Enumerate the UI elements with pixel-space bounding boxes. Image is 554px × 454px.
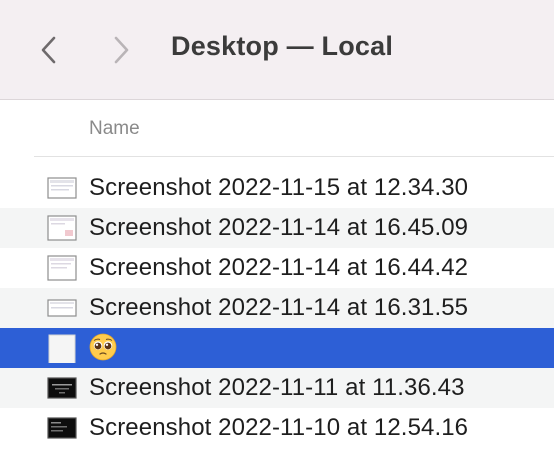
file-name [89, 333, 117, 368]
file-row-selected[interactable] [0, 328, 554, 368]
screenshot-thumbnail-icon [47, 255, 77, 281]
file-row[interactable]: Screenshot 2022-11-14 at 16.44.42 [0, 248, 554, 288]
header-divider [34, 156, 554, 157]
screenshot-thumbnail-icon [47, 215, 77, 241]
file-name: Screenshot 2022-11-14 at 16.44.42 [89, 254, 469, 281]
screenshot-thumbnail-icon [47, 377, 77, 399]
file-name: Screenshot 2022-11-11 at 11.36.43 [89, 374, 465, 401]
finder-window: Desktop — Local Name Screenshot 2022-11-… [0, 0, 554, 454]
pleading-face-icon [89, 333, 117, 361]
file-row[interactable]: Screenshot 2022-11-10 at 12.54.16 [0, 408, 554, 448]
file-row[interactable]: Screenshot 2022-11-14 at 16.31.55 [0, 288, 554, 328]
column-header-name[interactable]: Name [89, 118, 140, 140]
screenshot-thumbnail-icon [47, 417, 77, 439]
list-header: Name [0, 100, 554, 157]
file-list: Screenshot 2022-11-15 at 12.34.30 Screen… [0, 168, 554, 448]
chevron-right-icon [114, 36, 129, 64]
file-row[interactable]: Screenshot 2022-11-15 at 12.34.30 [0, 168, 554, 208]
file-name: Screenshot 2022-11-15 at 12.34.30 [89, 174, 469, 201]
screenshot-thumbnail-icon [47, 299, 77, 317]
file-row[interactable]: Screenshot 2022-11-14 at 16.45.09 [0, 208, 554, 248]
screenshot-thumbnail-icon [47, 177, 77, 199]
window-title: Desktop — Local [171, 31, 394, 61]
chevron-left-icon [41, 36, 56, 64]
forward-button[interactable] [104, 30, 138, 70]
file-name: Screenshot 2022-11-10 at 12.54.16 [89, 414, 469, 441]
file-name: Screenshot 2022-11-14 at 16.45.09 [89, 214, 469, 241]
back-button[interactable] [32, 30, 66, 70]
blank-document-icon [48, 334, 76, 363]
toolbar: Desktop — Local [0, 0, 554, 100]
file-name: Screenshot 2022-11-14 at 16.31.55 [89, 294, 469, 321]
file-row[interactable]: Screenshot 2022-11-11 at 11.36.43 [0, 368, 554, 408]
